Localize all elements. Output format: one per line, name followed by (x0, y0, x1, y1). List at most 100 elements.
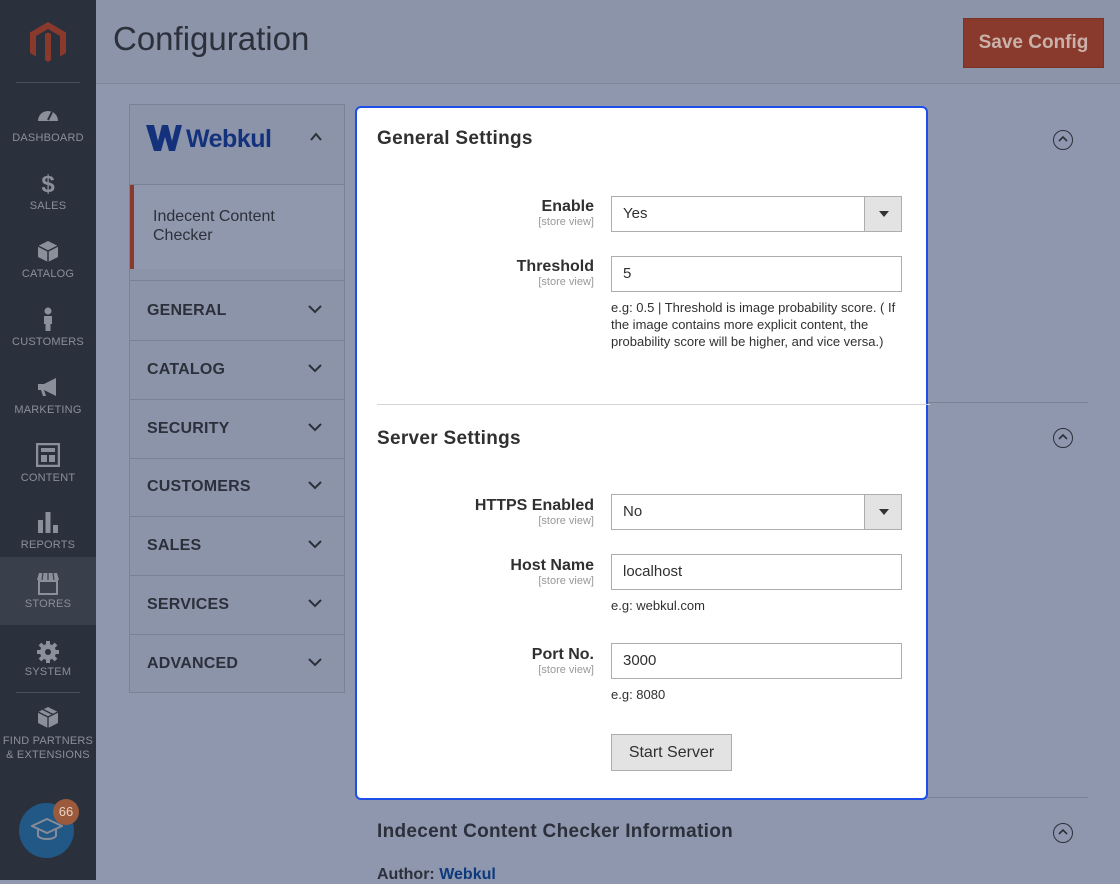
tab-services[interactable]: SERVICES (130, 576, 344, 635)
collapse-general-icon[interactable] (1053, 130, 1073, 150)
https-label: HTTPS Enabled [store view] (475, 497, 594, 528)
dropdown-arrow-icon (864, 495, 901, 529)
host-note: e.g: webkul.com (611, 598, 705, 613)
tab-label: SALES (147, 537, 202, 554)
nav-item-catalog[interactable]: CATALOG (0, 229, 96, 297)
nav-item-sales[interactable]: $ SALES (0, 161, 96, 229)
field-label: Threshold (516, 258, 594, 275)
nav-item-label: REPORTS (20, 539, 76, 551)
scope-label: [store view] (538, 575, 594, 587)
chevron-down-icon (308, 599, 322, 608)
nav-item-label: CUSTOMERS (12, 336, 84, 348)
nav-item-label: MARKETING (14, 404, 82, 416)
server-settings-title[interactable]: Server Settings (377, 428, 521, 450)
general-settings-title[interactable]: General Settings (377, 128, 533, 150)
config-tabs: Webkul Indecent Content Checker GENERAL … (129, 104, 345, 693)
nav-item-marketing[interactable]: MARKETING (0, 365, 96, 433)
gear-icon (37, 641, 59, 663)
threshold-label: Threshold [store view] (517, 258, 594, 289)
bar-chart-icon (38, 512, 58, 533)
nav-item-content[interactable]: CONTENT (0, 433, 96, 501)
tab-label: SERVICES (147, 596, 230, 613)
tab-item-label: Indecent Content Checker (153, 208, 275, 244)
tab-security[interactable]: SECURITY (130, 400, 344, 459)
chevron-down-icon (308, 364, 322, 373)
port-label: Port No. [store view] (532, 646, 594, 677)
save-config-button[interactable]: Save Config (963, 18, 1104, 68)
collapse-server-icon[interactable] (1053, 428, 1073, 448)
author-line: Author: Webkul (377, 866, 496, 884)
scope-label: [store view] (538, 216, 594, 228)
nav-item-customers[interactable]: CUSTOMERS (0, 297, 96, 365)
nav-item-label: CONTENT (20, 472, 76, 484)
nav-divider (16, 692, 80, 693)
tab-general[interactable]: GENERAL (130, 282, 344, 341)
nav-item-label: CATALOG (21, 268, 75, 280)
dashboard-icon (38, 111, 58, 121)
section-divider (377, 404, 930, 405)
enable-select[interactable]: Yes (611, 196, 902, 232)
tab-label: CATALOG (147, 361, 226, 378)
admin-sidebar: DASHBOARD $ SALES CATALOG CUSTOMERS MARK… (0, 0, 96, 880)
page-title: Configuration (113, 20, 310, 57)
start-server-button[interactable]: Start Server (611, 734, 732, 771)
select-value: Yes (623, 205, 648, 222)
store-icon (37, 572, 59, 595)
nav-item-label: SALES (29, 200, 67, 212)
dropdown-arrow-icon (864, 197, 901, 231)
scope-label: [store view] (538, 515, 594, 527)
tab-group-webkul[interactable]: Webkul (130, 105, 344, 185)
field-label: Host Name (510, 557, 594, 574)
nav-item-label: STORES (24, 598, 72, 610)
threshold-input[interactable]: 5 (611, 256, 902, 292)
nav-item-system[interactable]: SYSTEM (0, 636, 96, 704)
webkul-logo-icon (146, 125, 182, 151)
port-input[interactable]: 3000 (611, 643, 902, 679)
svg-text:$: $ (41, 171, 55, 195)
author-label: Author: (377, 866, 435, 883)
nav-item-label: FIND PARTNERS (2, 735, 94, 747)
tab-customers[interactable]: CUSTOMERS (130, 458, 344, 517)
tab-sales[interactable]: SALES (130, 517, 344, 576)
nav-item-find-partners[interactable]: FIND PARTNERS & EXTENSIONS (0, 704, 96, 772)
blocks-icon (37, 707, 59, 728)
select-value: No (623, 503, 643, 520)
tab-spacer (130, 269, 344, 281)
info-section-title[interactable]: Indecent Content Checker Information (377, 821, 733, 843)
tab-label: ADVANCED (147, 655, 239, 672)
nav-item-label: SYSTEM (24, 666, 72, 678)
magento-logo-icon[interactable] (26, 20, 70, 64)
scope-label: [store view] (538, 276, 594, 288)
collapse-info-icon[interactable] (1053, 823, 1073, 843)
chevron-down-icon (308, 481, 322, 490)
tab-catalog[interactable]: CATALOG (130, 341, 344, 400)
settings-highlight-panel: General Settings Enable [store view] Yes… (355, 106, 930, 800)
enable-label: Enable [store view] (538, 198, 594, 229)
nav-item-label: & EXTENSIONS (6, 749, 90, 761)
chevron-down-icon (308, 658, 322, 667)
port-note: e.g: 8080 (611, 687, 666, 702)
host-label: Host Name [store view] (510, 557, 594, 588)
host-input[interactable]: localhost (611, 554, 902, 590)
https-select[interactable]: No (611, 494, 902, 530)
tab-advanced[interactable]: ADVANCED (130, 635, 344, 694)
dollar-icon: $ (41, 171, 55, 195)
vendor-name: Webkul (186, 125, 272, 153)
chevron-down-icon (308, 423, 322, 432)
threshold-note: e.g: 0.5 | Threshold is image probabilit… (611, 300, 896, 349)
nav-item-stores[interactable]: STORES (0, 557, 96, 625)
author-link[interactable]: Webkul (439, 866, 496, 883)
chevron-up-icon (310, 132, 322, 141)
chevron-down-icon (308, 305, 322, 314)
person-icon (44, 307, 52, 331)
tab-item-indecent-content-checker[interactable]: Indecent Content Checker (130, 185, 344, 269)
tab-label: CUSTOMERS (147, 478, 251, 495)
field-label: Enable (541, 198, 594, 215)
nav-item-dashboard[interactable]: DASHBOARD (0, 93, 96, 161)
megaphone-icon (38, 378, 56, 396)
field-label: HTTPS Enabled (474, 497, 594, 514)
nav-divider (16, 82, 80, 83)
box-icon (37, 241, 59, 262)
tab-label: SECURITY (147, 420, 230, 437)
nav-item-label: DASHBOARD (12, 132, 84, 144)
